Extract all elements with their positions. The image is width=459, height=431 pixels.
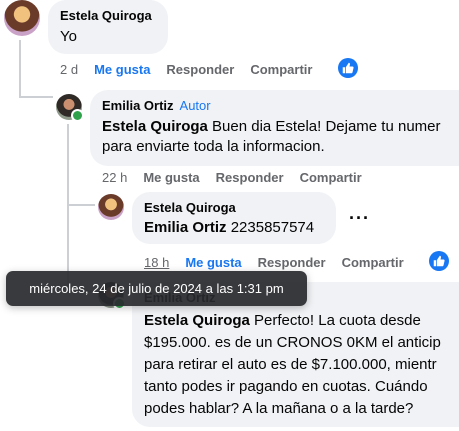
comment-bubble: Estela Quiroga Yo — [48, 0, 168, 54]
comment-text: Estela Quiroga Perfecto! La cuota desde — [144, 311, 459, 331]
comment-text-line: para enviarte toda la informacion. — [102, 138, 325, 155]
mention-link[interactable]: Emilia Ortiz — [144, 219, 227, 236]
comment-text: Estela Quiroga Buen dia Estela! Dejame t… — [102, 117, 458, 137]
thread-line — [67, 204, 95, 206]
comment-author-line: Emilia Ortiz Autor — [102, 98, 458, 114]
share-button[interactable]: Compartir — [300, 170, 362, 185]
avatar[interactable] — [98, 194, 124, 220]
more-options-icon[interactable]: ··· — [349, 208, 370, 229]
comment-text-line: tanto podes ir pagando en cuotas. Cuándo — [144, 378, 428, 395]
author-badge: Autor — [179, 98, 211, 113]
comment-bubble: Estela Quiroga Emilia Ortiz 2235857574 — [132, 192, 336, 244]
online-status-icon — [71, 109, 84, 122]
comment-timestamp[interactable]: 22 h — [102, 170, 127, 185]
comment-text: Emilia Ortiz 2235857574 — [144, 218, 324, 238]
like-button[interactable]: Me gusta — [143, 170, 199, 185]
comment-timestamp[interactable]: 18 h — [144, 255, 169, 270]
reply-button[interactable]: Responder — [216, 170, 284, 185]
comment-bubble: Emilia Ortiz Autor Estela Quiroga Buen di… — [90, 90, 459, 166]
comment-author[interactable]: Estela Quiroga — [60, 8, 156, 24]
mention-link[interactable]: Estela Quiroga — [144, 312, 250, 329]
thread-line — [67, 124, 69, 206]
share-button[interactable]: Compartir — [250, 62, 312, 77]
comment-author[interactable]: Estela Quiroga — [144, 200, 324, 216]
comment-text-line: podes hablar? A la mañana o a la tarde? — [144, 400, 414, 417]
comment-text-line: $195.000. es de un CRONOS 0KM el anticip — [144, 334, 441, 351]
like-button[interactable]: Me gusta — [94, 62, 150, 77]
comment-text-part: 2235857574 — [226, 219, 315, 236]
comment-text: Yo — [60, 28, 77, 45]
like-button[interactable]: Me gusta — [185, 255, 241, 270]
share-button[interactable]: Compartir — [342, 255, 404, 270]
comment-text-part: Perfecto! La cuota desde — [249, 312, 421, 329]
like-icon[interactable] — [338, 58, 358, 78]
like-icon[interactable] — [429, 251, 449, 271]
reply-button[interactable]: Responder — [258, 255, 326, 270]
mention-link[interactable]: Estela Quiroga — [102, 118, 208, 135]
comment-actions: 2 d Me gusta Responder Compartir — [60, 62, 328, 77]
comment-text-line: para retirar el auto es de $7.100.000, m… — [144, 356, 437, 373]
thread-line — [19, 96, 53, 98]
avatar[interactable] — [4, 0, 40, 36]
timestamp-tooltip: miércoles, 24 de julio de 2024 a las 1:3… — [6, 271, 307, 306]
reply-button[interactable]: Responder — [166, 62, 234, 77]
comment-actions: 18 h Me gusta Responder Compartir — [144, 255, 420, 270]
comment-text-part: Buen dia Estela! Dejame tu numer — [207, 118, 441, 135]
comment-actions: 22 h Me gusta Responder Compartir — [102, 170, 378, 185]
thread-line — [19, 40, 21, 98]
comment-author[interactable]: Emilia Ortiz — [102, 98, 174, 113]
comment-timestamp[interactable]: 2 d — [60, 62, 78, 77]
